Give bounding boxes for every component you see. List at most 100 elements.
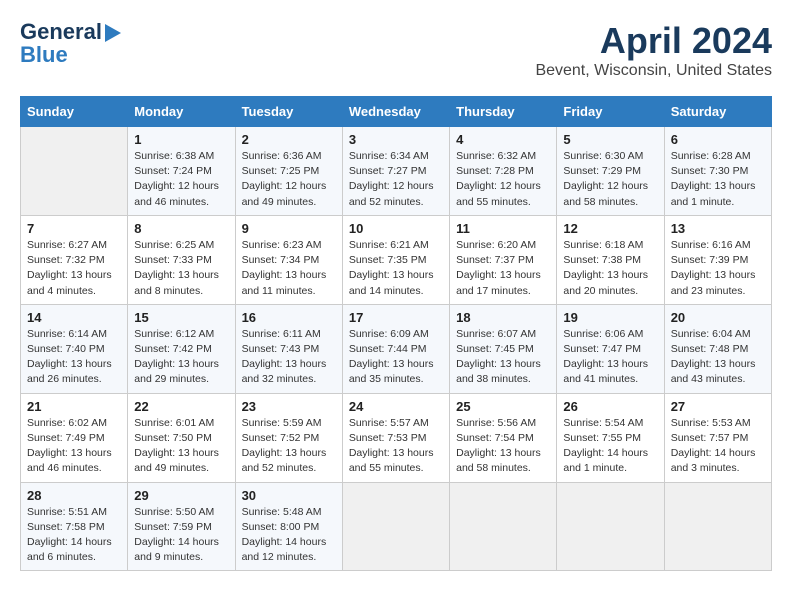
day-number: 21: [27, 399, 121, 414]
day-cell: 15Sunrise: 6:12 AMSunset: 7:42 PMDayligh…: [128, 304, 235, 393]
week-row-3: 14 Sunrise: 6:14 AMSunset: 7:40 PMDayligh…: [21, 304, 772, 393]
day-info: Sunrise: 5:57 AMSunset: 7:53 PMDaylight:…: [349, 416, 443, 477]
day-info: Sunrise: 6:28 AMSunset: 7:30 PMDaylight:…: [671, 149, 765, 210]
day-cell: 10 Sunrise: 6:21 AMSunset: 7:35 PMDayligh…: [342, 215, 449, 304]
day-cell: 14 Sunrise: 6:14 AMSunset: 7:40 PMDayligh…: [21, 304, 128, 393]
day-number: 23: [242, 399, 336, 414]
day-info: Sunrise: 5:54 AMSunset: 7:55 PMDaylight:…: [563, 416, 657, 477]
day-info: Sunrise: 6:14 AMSunset: 7:40 PMDaylight:…: [27, 327, 121, 388]
day-cell: 8 Sunrise: 6:25 AMSunset: 7:33 PMDaylight…: [128, 215, 235, 304]
day-number: 1: [134, 132, 228, 147]
day-info: Sunrise: 6:02 AMSunset: 7:49 PMDaylight:…: [27, 416, 121, 477]
week-row-4: 21 Sunrise: 6:02 AMSunset: 7:49 PMDayligh…: [21, 393, 772, 482]
day-number: 24: [349, 399, 443, 414]
day-cell: 11Sunrise: 6:20 AMSunset: 7:37 PMDayligh…: [450, 215, 557, 304]
day-info: Sunrise: 6:32 AMSunset: 7:28 PMDaylight:…: [456, 149, 550, 210]
day-cell: 2Sunrise: 6:36 AMSunset: 7:25 PMDaylight…: [235, 127, 342, 216]
day-number: 20: [671, 310, 765, 325]
day-cell: 12Sunrise: 6:18 AMSunset: 7:38 PMDayligh…: [557, 215, 664, 304]
day-number: 8: [134, 221, 228, 236]
day-cell: 22 Sunrise: 6:01 AMSunset: 7:50 PMDayligh…: [128, 393, 235, 482]
day-number: 18: [456, 310, 550, 325]
day-cell: 5 Sunrise: 6:30 AMSunset: 7:29 PMDaylight…: [557, 127, 664, 216]
day-info: Sunrise: 6:12 AMSunset: 7:42 PMDaylight:…: [134, 327, 228, 388]
day-cell: 20 Sunrise: 6:04 AMSunset: 7:48 PMDayligh…: [664, 304, 771, 393]
day-cell: 23Sunrise: 5:59 AMSunset: 7:52 PMDayligh…: [235, 393, 342, 482]
day-header-monday: Monday: [128, 97, 235, 127]
day-number: 28: [27, 488, 121, 503]
day-info: Sunrise: 5:50 AMSunset: 7:59 PMDaylight:…: [134, 505, 228, 566]
day-cell: 21 Sunrise: 6:02 AMSunset: 7:49 PMDayligh…: [21, 393, 128, 482]
day-number: 22: [134, 399, 228, 414]
day-cell: 1 Sunrise: 6:38 AMSunset: 7:24 PMDaylight…: [128, 127, 235, 216]
day-info: Sunrise: 6:27 AMSunset: 7:32 PMDaylight:…: [27, 238, 121, 299]
day-number: 4: [456, 132, 550, 147]
day-info: Sunrise: 6:09 AMSunset: 7:44 PMDaylight:…: [349, 327, 443, 388]
week-row-5: 28 Sunrise: 5:51 AMSunset: 7:58 PMDayligh…: [21, 482, 772, 571]
day-number: 14: [27, 310, 121, 325]
page-header: General Blue April 2024 Bevent, Wisconsi…: [20, 20, 772, 80]
day-number: 17: [349, 310, 443, 325]
day-number: 29: [134, 488, 228, 503]
day-number: 5: [563, 132, 657, 147]
day-info: Sunrise: 6:20 AMSunset: 7:37 PMDaylight:…: [456, 238, 550, 299]
day-info: Sunrise: 6:04 AMSunset: 7:48 PMDaylight:…: [671, 327, 765, 388]
day-cell: [557, 482, 664, 571]
day-header-tuesday: Tuesday: [235, 97, 342, 127]
day-number: 16: [242, 310, 336, 325]
day-cell: 7Sunrise: 6:27 AMSunset: 7:32 PMDaylight…: [21, 215, 128, 304]
header-row: SundayMondayTuesdayWednesdayThursdayFrid…: [21, 97, 772, 127]
day-info: Sunrise: 6:30 AMSunset: 7:29 PMDaylight:…: [563, 149, 657, 210]
week-row-1: 1 Sunrise: 6:38 AMSunset: 7:24 PMDaylight…: [21, 127, 772, 216]
day-info: Sunrise: 5:48 AMSunset: 8:00 PMDaylight:…: [242, 505, 336, 566]
day-cell: 30Sunrise: 5:48 AMSunset: 8:00 PMDayligh…: [235, 482, 342, 571]
day-cell: 13Sunrise: 6:16 AMSunset: 7:39 PMDayligh…: [664, 215, 771, 304]
day-cell: 6 Sunrise: 6:28 AMSunset: 7:30 PMDaylight…: [664, 127, 771, 216]
day-header-wednesday: Wednesday: [342, 97, 449, 127]
day-cell: 19 Sunrise: 6:06 AMSunset: 7:47 PMDayligh…: [557, 304, 664, 393]
day-cell: 26 Sunrise: 5:54 AMSunset: 7:55 PMDayligh…: [557, 393, 664, 482]
day-number: 10: [349, 221, 443, 236]
page-title: April 2024: [535, 20, 772, 62]
day-cell: 18Sunrise: 6:07 AMSunset: 7:45 PMDayligh…: [450, 304, 557, 393]
day-number: 6: [671, 132, 765, 147]
day-number: 19: [563, 310, 657, 325]
day-info: Sunrise: 6:11 AMSunset: 7:43 PMDaylight:…: [242, 327, 336, 388]
day-cell: 29 Sunrise: 5:50 AMSunset: 7:59 PMDayligh…: [128, 482, 235, 571]
day-info: Sunrise: 6:38 AMSunset: 7:24 PMDaylight:…: [134, 149, 228, 210]
day-cell: 16 Sunrise: 6:11 AMSunset: 7:43 PMDayligh…: [235, 304, 342, 393]
calendar-table: SundayMondayTuesdayWednesdayThursdayFrid…: [20, 96, 772, 571]
day-info: Sunrise: 6:01 AMSunset: 7:50 PMDaylight:…: [134, 416, 228, 477]
day-number: 13: [671, 221, 765, 236]
day-info: Sunrise: 6:25 AMSunset: 7:33 PMDaylight:…: [134, 238, 228, 299]
day-header-sunday: Sunday: [21, 97, 128, 127]
day-info: Sunrise: 5:51 AMSunset: 7:58 PMDaylight:…: [27, 505, 121, 566]
logo-text: General: [20, 20, 121, 44]
day-info: Sunrise: 5:53 AMSunset: 7:57 PMDaylight:…: [671, 416, 765, 477]
day-cell: 24 Sunrise: 5:57 AMSunset: 7:53 PMDayligh…: [342, 393, 449, 482]
week-row-2: 7Sunrise: 6:27 AMSunset: 7:32 PMDaylight…: [21, 215, 772, 304]
day-info: Sunrise: 6:36 AMSunset: 7:25 PMDaylight:…: [242, 149, 336, 210]
day-cell: [21, 127, 128, 216]
day-info: Sunrise: 6:18 AMSunset: 7:38 PMDaylight:…: [563, 238, 657, 299]
day-cell: [342, 482, 449, 571]
day-cell: 9 Sunrise: 6:23 AMSunset: 7:34 PMDaylight…: [235, 215, 342, 304]
day-number: 25: [456, 399, 550, 414]
day-number: 3: [349, 132, 443, 147]
day-cell: [664, 482, 771, 571]
day-number: 26: [563, 399, 657, 414]
day-info: Sunrise: 6:34 AMSunset: 7:27 PMDaylight:…: [349, 149, 443, 210]
day-cell: 17 Sunrise: 6:09 AMSunset: 7:44 PMDayligh…: [342, 304, 449, 393]
day-info: Sunrise: 5:56 AMSunset: 7:54 PMDaylight:…: [456, 416, 550, 477]
day-number: 9: [242, 221, 336, 236]
day-info: Sunrise: 6:23 AMSunset: 7:34 PMDaylight:…: [242, 238, 336, 299]
day-cell: 3 Sunrise: 6:34 AMSunset: 7:27 PMDaylight…: [342, 127, 449, 216]
day-header-friday: Friday: [557, 97, 664, 127]
day-info: Sunrise: 6:21 AMSunset: 7:35 PMDaylight:…: [349, 238, 443, 299]
day-cell: 4 Sunrise: 6:32 AMSunset: 7:28 PMDaylight…: [450, 127, 557, 216]
day-cell: 25 Sunrise: 5:56 AMSunset: 7:54 PMDayligh…: [450, 393, 557, 482]
day-cell: 28 Sunrise: 5:51 AMSunset: 7:58 PMDayligh…: [21, 482, 128, 571]
day-number: 27: [671, 399, 765, 414]
day-info: Sunrise: 6:06 AMSunset: 7:47 PMDaylight:…: [563, 327, 657, 388]
logo-blue: Blue: [20, 42, 121, 68]
